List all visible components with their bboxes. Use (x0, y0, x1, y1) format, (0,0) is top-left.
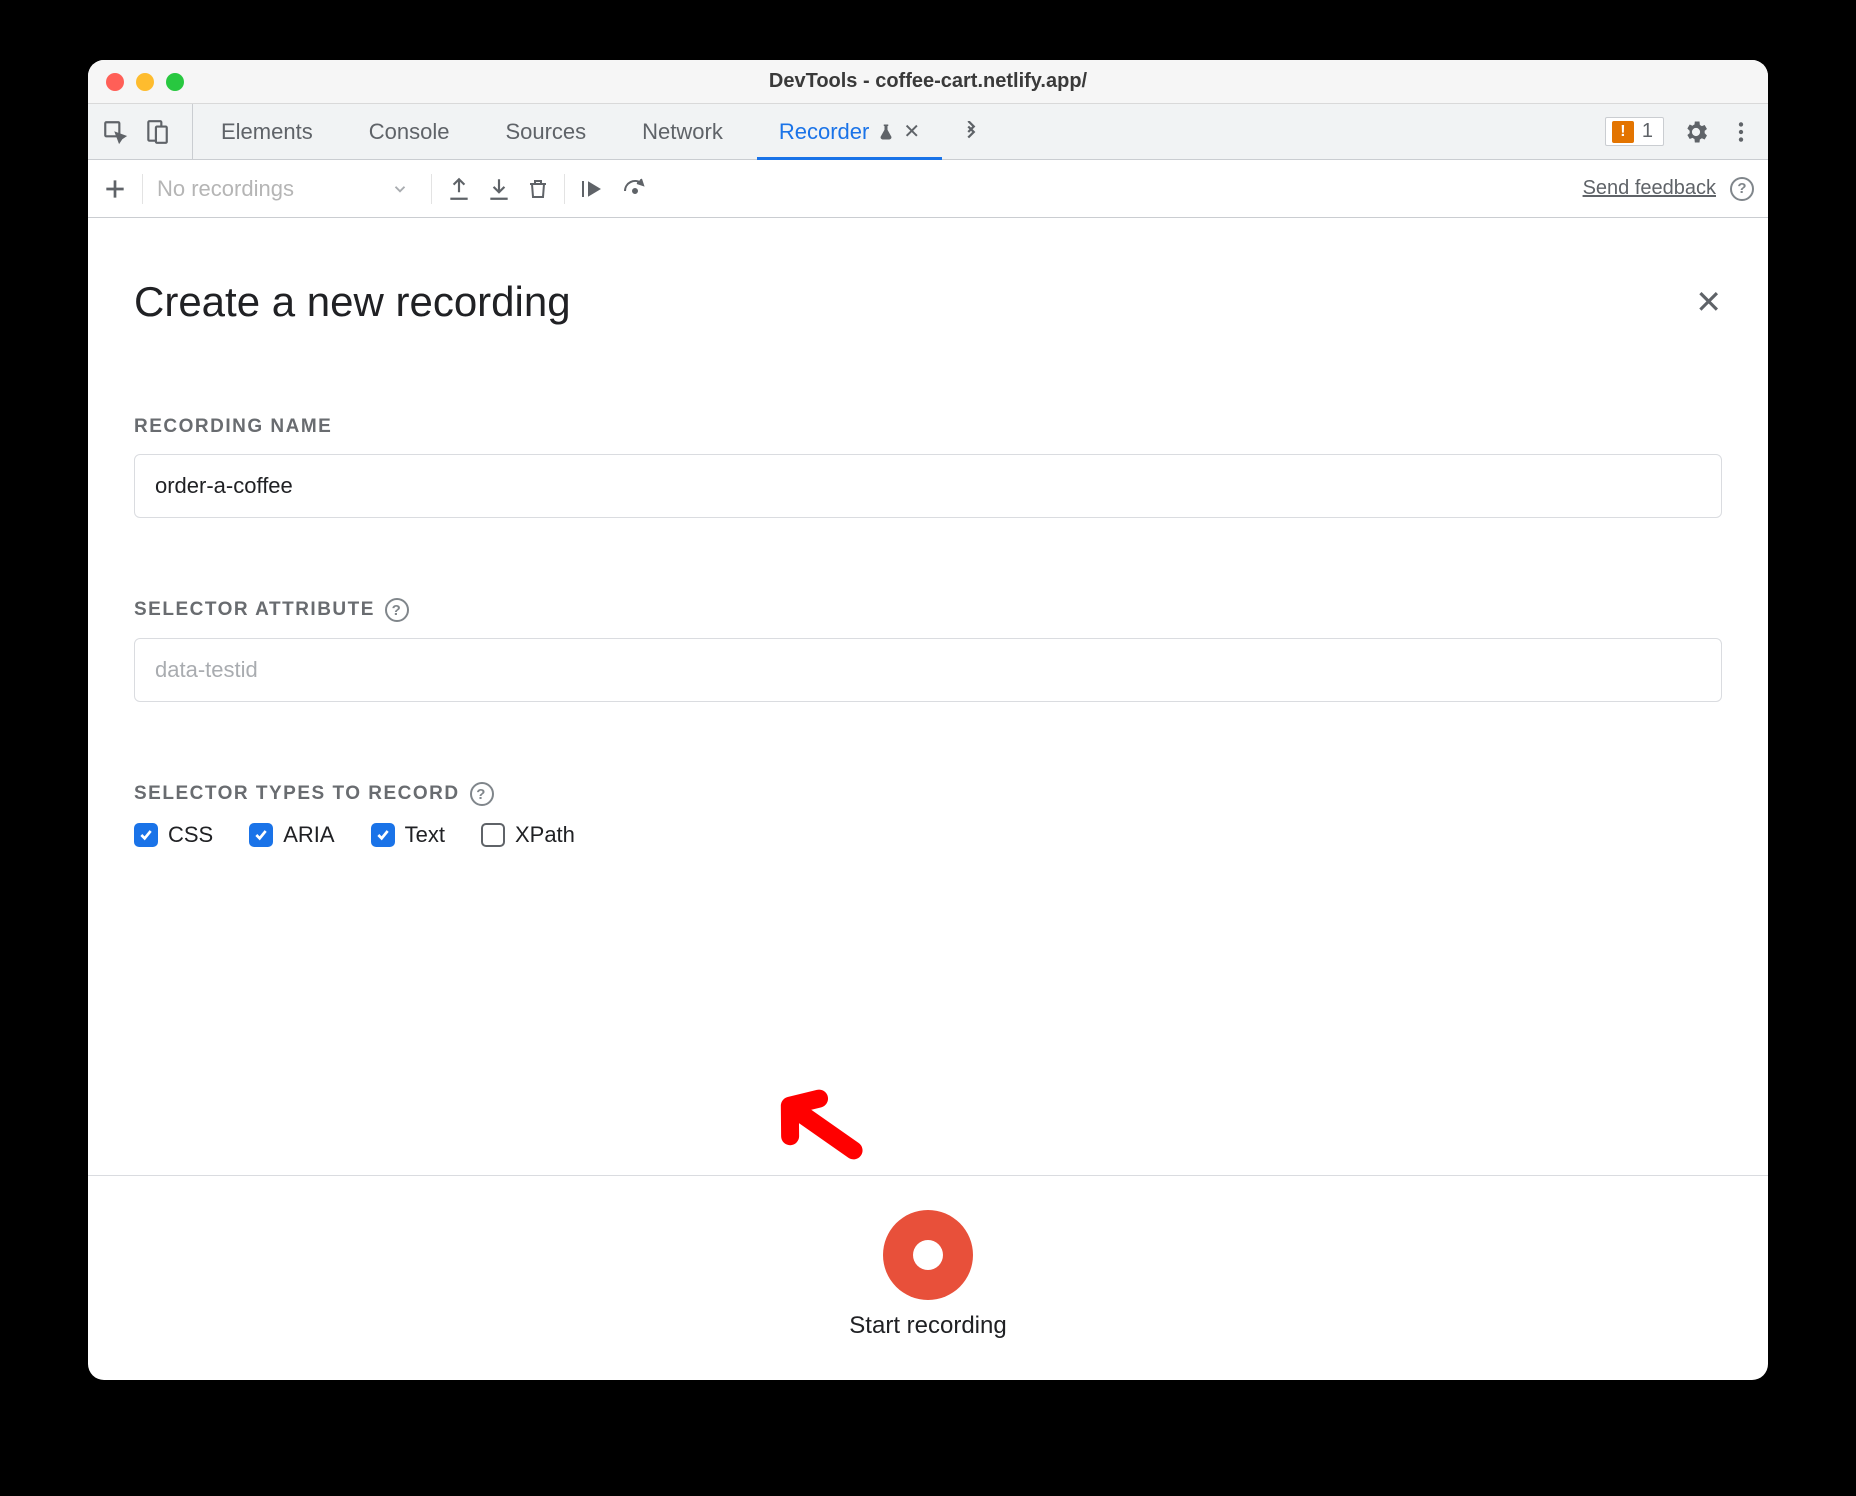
help-icon[interactable]: ? (470, 782, 494, 806)
page-heading: Create a new recording (134, 278, 571, 326)
import-icon[interactable] (486, 176, 512, 202)
kebab-menu-icon[interactable] (1728, 119, 1754, 145)
delete-icon[interactable] (526, 177, 550, 201)
selector-types-label: SELECTOR TYPES TO RECORD ? (134, 782, 1722, 806)
warning-icon: ! (1612, 121, 1634, 143)
inspect-element-icon[interactable] (102, 119, 128, 145)
devtools-window: DevTools - coffee-cart.netlify.app/ Elem… (88, 60, 1768, 1380)
maximize-window-icon[interactable] (166, 73, 184, 91)
minimize-window-icon[interactable] (136, 73, 154, 91)
export-icon[interactable] (446, 176, 472, 202)
record-dot-icon (913, 1240, 943, 1270)
device-toggle-icon[interactable] (144, 119, 170, 145)
tab-sources[interactable]: Sources (477, 104, 614, 159)
checkbox-aria[interactable]: ARIA (249, 822, 334, 848)
window-title: DevTools - coffee-cart.netlify.app/ (88, 70, 1768, 93)
step-icon[interactable] (621, 176, 651, 202)
help-icon[interactable]: ? (1730, 177, 1754, 201)
close-tab-icon[interactable]: ✕ (903, 119, 920, 144)
issues-badge[interactable]: ! 1 (1605, 117, 1664, 146)
tab-elements[interactable]: Elements (193, 104, 341, 159)
tab-network[interactable]: Network (614, 104, 751, 159)
dropdown-placeholder: No recordings (157, 176, 294, 202)
tab-recorder[interactable]: Recorder ✕ (751, 104, 948, 159)
traffic-lights (106, 73, 184, 91)
close-icon[interactable]: ✕ (1695, 283, 1722, 321)
tab-console[interactable]: Console (341, 104, 478, 159)
checkbox-icon (481, 823, 505, 847)
settings-gear-icon[interactable] (1682, 118, 1710, 146)
checkbox-icon (249, 823, 273, 847)
issues-count: 1 (1642, 120, 1653, 143)
selector-types-row: CSS ARIA Text XPath (134, 822, 1722, 848)
recordings-dropdown[interactable]: No recordings (157, 176, 417, 202)
checkbox-text[interactable]: Text (371, 822, 445, 848)
checkbox-css[interactable]: CSS (134, 822, 213, 848)
send-feedback-link[interactable]: Send feedback (1583, 177, 1716, 200)
help-icon[interactable]: ? (385, 598, 409, 622)
selector-attribute-input[interactable] (134, 638, 1722, 702)
checkbox-icon (371, 823, 395, 847)
devtools-tabbar: Elements Console Sources Network Recorde… (88, 104, 1768, 160)
close-window-icon[interactable] (106, 73, 124, 91)
checkbox-icon (134, 823, 158, 847)
footer: Start recording (88, 1175, 1768, 1380)
recorder-toolbar: No recordings Send feedback ? (88, 160, 1768, 218)
annotation-arrow-icon (760, 1065, 866, 1179)
start-recording-label: Start recording (849, 1312, 1006, 1340)
titlebar: DevTools - coffee-cart.netlify.app/ (88, 60, 1768, 104)
recording-name-input[interactable] (134, 454, 1722, 518)
flask-icon (877, 123, 895, 141)
start-recording-button[interactable] (883, 1210, 973, 1300)
recording-name-label: RECORDING NAME (134, 416, 1722, 438)
more-tabs-icon[interactable] (948, 121, 994, 143)
new-recording-icon[interactable] (102, 176, 128, 202)
selector-attribute-label: SELECTOR ATTRIBUTE ? (134, 598, 1722, 622)
checkbox-xpath[interactable]: XPath (481, 822, 575, 848)
replay-icon[interactable] (579, 176, 607, 202)
chevron-down-icon (391, 180, 409, 198)
recorder-content: Create a new recording ✕ RECORDING NAME … (88, 218, 1768, 1175)
